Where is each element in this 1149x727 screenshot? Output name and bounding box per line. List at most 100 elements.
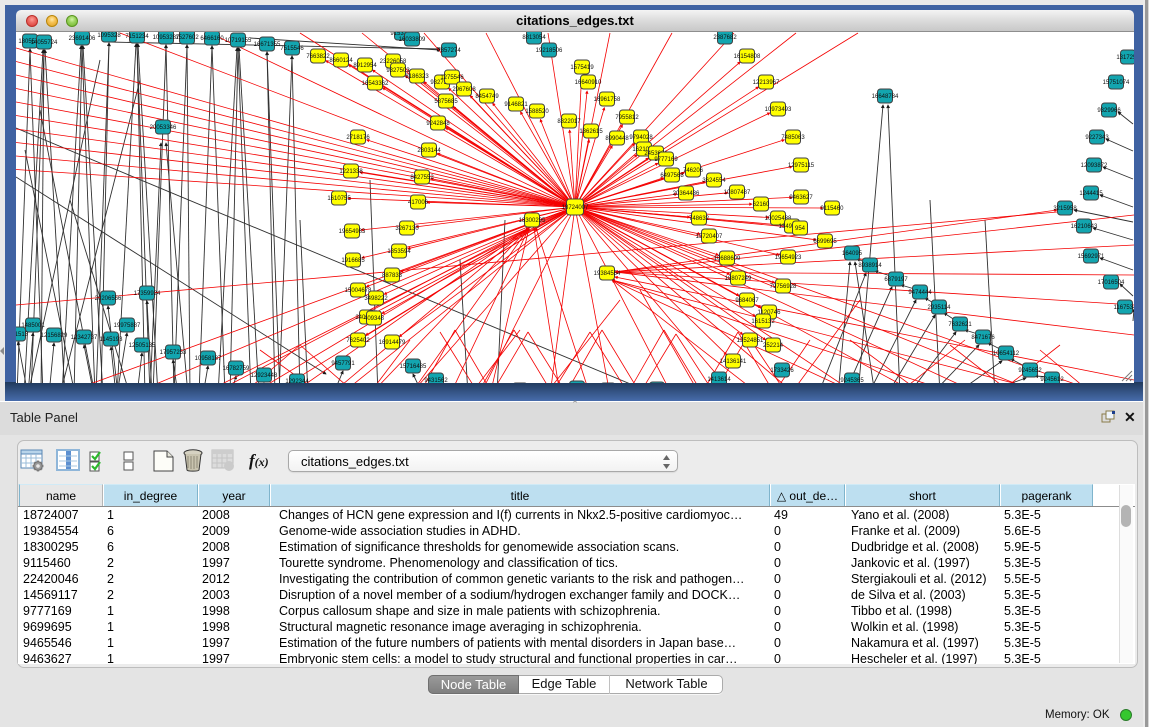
svg-text:746206: 746206 (683, 168, 704, 174)
svg-text:20364436: 20364436 (673, 191, 700, 197)
svg-text:16671355: 16671355 (254, 42, 281, 48)
svg-text:7857274: 7857274 (437, 48, 461, 54)
svg-text:1095328: 1095328 (97, 33, 121, 39)
svg-text:3215958: 3215958 (1053, 206, 1077, 212)
svg-text:1916685: 1916685 (341, 258, 365, 264)
svg-text:1413614: 1413614 (707, 377, 731, 383)
svg-text:3498222: 3498222 (364, 296, 388, 302)
svg-text:887833: 887833 (382, 273, 403, 279)
svg-text:1527602: 1527602 (175, 35, 199, 41)
svg-text:9245365: 9245365 (840, 378, 864, 383)
svg-text:1588520: 1588520 (525, 109, 549, 115)
svg-text:9431562: 9431562 (424, 378, 448, 383)
svg-text:18724007: 18724007 (562, 205, 589, 211)
svg-text:10973493: 10973493 (765, 107, 792, 113)
svg-text:409348: 409348 (364, 316, 385, 322)
svg-text:12213967: 12213967 (753, 80, 780, 86)
svg-text:17957253: 17957253 (160, 350, 187, 356)
svg-text:8454749: 8454749 (475, 94, 499, 100)
svg-text:14055724: 14055724 (31, 40, 58, 46)
svg-text:252214: 252214 (763, 343, 784, 349)
svg-text:19384554: 19384554 (594, 271, 621, 277)
svg-text:15720407: 15720407 (696, 234, 723, 240)
svg-text:18300295: 18300295 (519, 218, 546, 224)
svg-text:8938914: 8938914 (858, 263, 882, 269)
svg-text:417006: 417006 (408, 200, 429, 206)
svg-text:19654983: 19654983 (339, 229, 366, 235)
svg-text:8186323: 8186323 (405, 74, 429, 80)
svg-text:17016504: 17016504 (1098, 280, 1125, 286)
svg-text:1244415: 1244415 (1079, 191, 1103, 197)
svg-text:9245612: 9245612 (1040, 377, 1064, 383)
svg-text:9777169: 9777169 (654, 157, 678, 163)
svg-text:2718176: 2718176 (346, 135, 370, 141)
svg-text:2967608: 2967608 (452, 87, 476, 93)
svg-text:17359924: 17359924 (134, 291, 161, 297)
svg-text:19218506: 19218506 (536, 48, 563, 54)
svg-text:2935114: 2935114 (928, 305, 952, 311)
svg-text:8322017: 8322017 (557, 119, 581, 125)
svg-text:9115460: 9115460 (821, 206, 845, 212)
svg-text:10807487: 10807487 (724, 190, 751, 196)
svg-text:954: 954 (795, 226, 806, 232)
svg-text:6497568: 6497568 (660, 173, 684, 179)
svg-text:15004678: 15004678 (345, 288, 372, 294)
svg-text:12923448: 12923448 (251, 373, 278, 379)
svg-text:10654112: 10654112 (993, 351, 1020, 357)
svg-text:16543362: 16543362 (362, 81, 389, 87)
svg-text:16914479: 16914479 (379, 340, 406, 346)
svg-text:748632: 748632 (689, 216, 710, 222)
svg-text:62160: 62160 (753, 202, 770, 208)
svg-text:16640910: 16640910 (575, 80, 602, 86)
svg-text:7663822: 7663822 (306, 54, 330, 60)
svg-text:9329966: 9329966 (1097, 108, 1121, 114)
svg-text:12342737: 12342737 (71, 335, 98, 341)
svg-text:9474444: 9474444 (908, 290, 932, 296)
svg-text:15716485: 15716485 (400, 364, 427, 370)
svg-text:1362615: 1362615 (579, 129, 603, 135)
svg-text:9794028: 9794028 (629, 135, 653, 141)
svg-text:1145193: 1145193 (100, 337, 124, 343)
svg-text:9146821: 9146821 (504, 102, 528, 108)
svg-text:1221338: 1221338 (339, 169, 363, 175)
svg-text:12505135: 12505135 (129, 343, 156, 349)
svg-text:16210643: 16210643 (1071, 224, 1098, 230)
svg-text:12156829: 12156829 (41, 333, 68, 339)
svg-text:1353594: 1353594 (387, 249, 411, 255)
svg-text:7151234: 7151234 (125, 34, 149, 40)
svg-text:8912954: 8912954 (353, 63, 377, 69)
svg-text:7485063: 7485063 (781, 135, 805, 141)
svg-text:15751074: 15751074 (1103, 80, 1130, 86)
svg-text:9245652: 9245652 (1018, 368, 1042, 374)
svg-text:9457791: 9457791 (331, 361, 355, 367)
svg-text:3267130: 3267130 (395, 226, 419, 232)
svg-text:1610755: 1610755 (327, 196, 351, 202)
svg-text:7515546: 7515546 (280, 46, 304, 52)
svg-text:18807249: 18807249 (725, 276, 752, 282)
svg-text:6466160: 6466160 (200, 36, 224, 42)
svg-text:1292344: 1292344 (285, 379, 309, 383)
svg-text:10958187: 10958187 (195, 356, 222, 362)
svg-text:79756928: 79756928 (770, 284, 797, 290)
svg-text:1167534: 1167534 (1114, 305, 1134, 311)
svg-text:7625402: 7625402 (346, 338, 370, 344)
svg-text:1275546: 1275546 (440, 75, 464, 81)
svg-text:9227343: 9227343 (1085, 135, 1109, 141)
svg-text:6879197: 6879197 (884, 277, 908, 283)
svg-text:8813054: 8813054 (522, 35, 546, 41)
svg-text:16961758: 16961758 (594, 97, 621, 103)
svg-text:8660124: 8660124 (329, 58, 353, 64)
svg-text:16033809: 16033809 (399, 37, 426, 43)
svg-text:20206556: 20206556 (95, 296, 122, 302)
svg-text:20053346: 20053346 (150, 125, 177, 131)
svg-text:1733426: 1733426 (770, 368, 794, 374)
svg-text:9684067: 9684067 (735, 298, 759, 304)
svg-text:3624554: 3624554 (702, 178, 726, 184)
svg-text:10719155: 10719155 (225, 38, 252, 44)
svg-text:19975887: 19975887 (114, 323, 141, 329)
svg-text:7632621: 7632621 (948, 322, 972, 328)
svg-text:5875685: 5875685 (434, 99, 458, 105)
svg-text:391513: 391513 (16, 332, 29, 338)
svg-text:8990448: 8990448 (605, 136, 629, 142)
svg-text:2803144: 2803144 (417, 148, 441, 154)
